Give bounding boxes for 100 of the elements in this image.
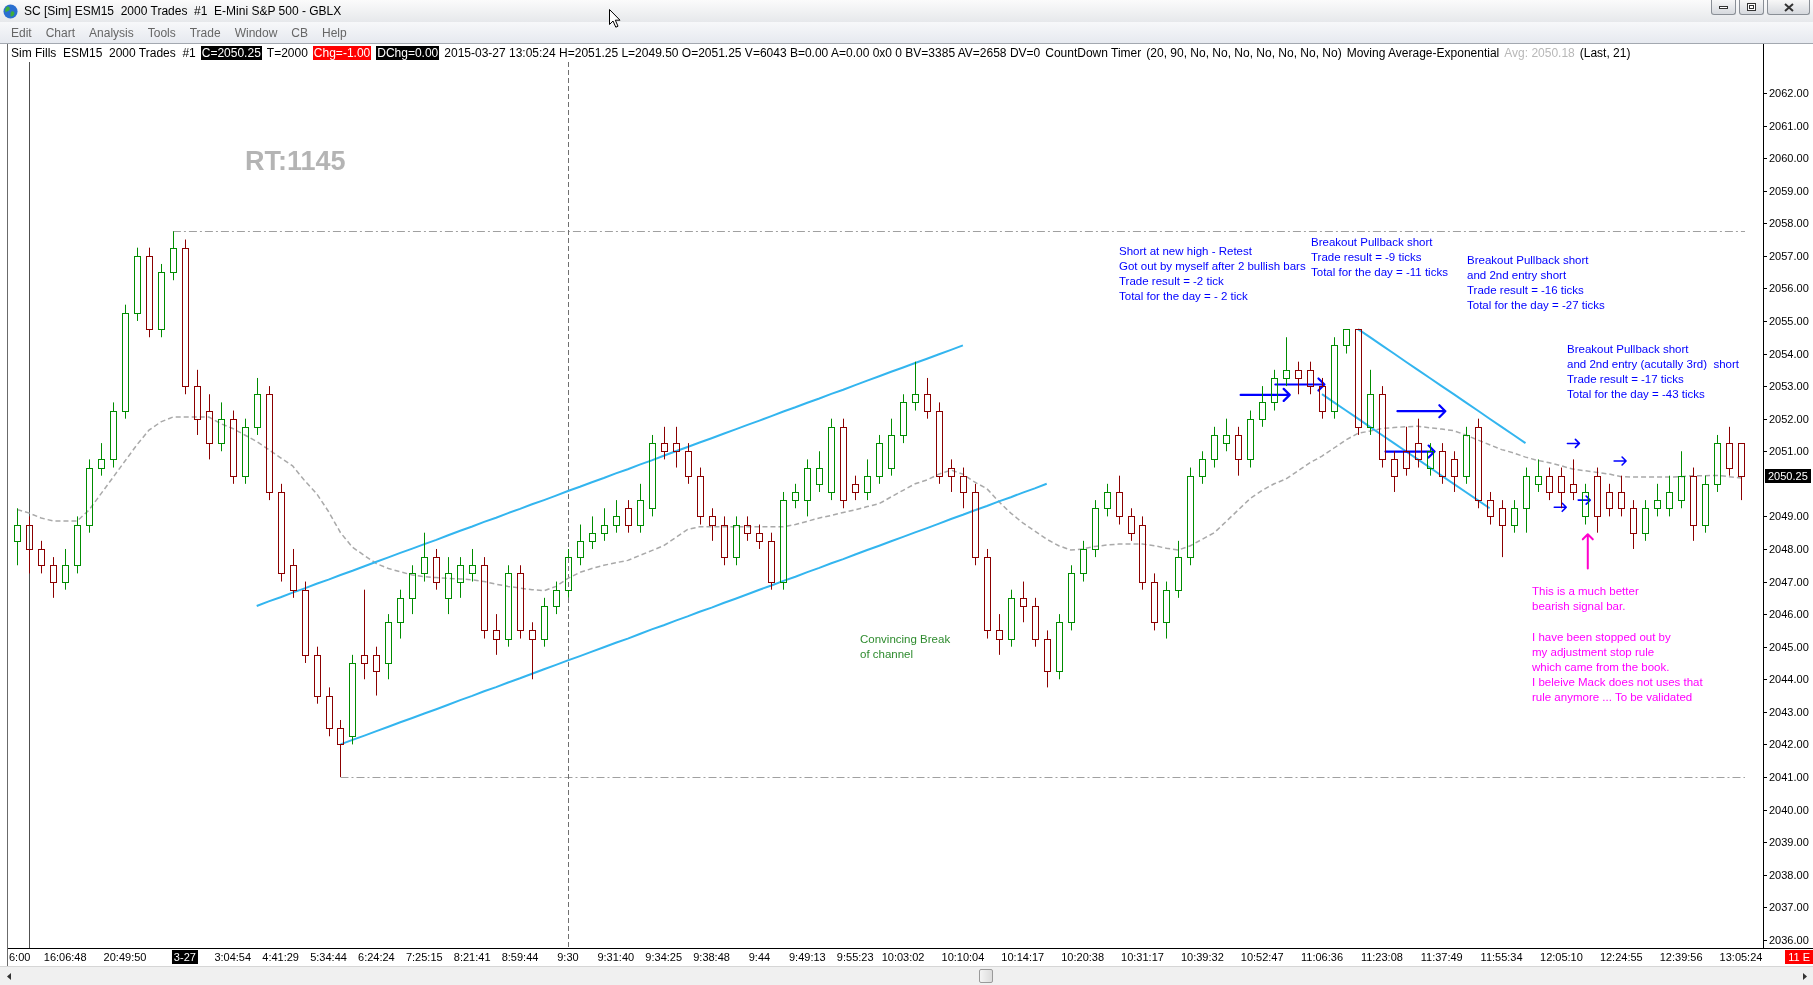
candle [1343,328,1350,355]
candle [1104,483,1111,517]
candle [804,458,811,517]
candle [637,483,644,534]
time-label: 10:14:17 [1001,950,1045,964]
candle [744,515,751,542]
time-label: 9:30 [557,950,579,964]
candle [385,613,392,680]
annotation-text: I have been stopped out by my adjustment stop rule which came from the book. I beleive Mack does not uses that rule anymore ... To be validated [1532,630,1703,705]
candle [1008,589,1015,648]
candle [1570,458,1577,501]
candle [1558,467,1565,509]
candle [577,524,584,566]
right-arrow-icon [1553,502,1568,513]
time-label: 13:05:24 [1719,950,1763,964]
menu-item[interactable]: CB [284,24,315,41]
candle [768,532,775,591]
candle [194,369,201,436]
scroll-thumb[interactable] [979,969,993,983]
candle [242,418,249,485]
candle [469,548,476,583]
candle [1295,361,1302,395]
candle [1702,475,1709,534]
rt-label: RT:1145 [245,145,346,177]
candle [1523,467,1530,534]
caret-right-icon [1802,972,1807,980]
annotation-text: Breakout Pullback short Trade result = -9 ticks Total for the day = -11 ticks [1311,235,1448,280]
close-button[interactable] [1767,0,1810,15]
candle [110,401,117,469]
candle [254,377,261,436]
candle [337,719,344,778]
time-label: 4:41:29 [262,950,299,964]
candle [1319,377,1326,420]
candle [1199,450,1206,485]
horizontal-scrollbar[interactable] [0,966,1813,985]
candle [1307,361,1314,395]
candle [1654,483,1661,517]
candle [493,613,500,656]
menu-item[interactable]: Analysis [82,24,141,41]
candle [1463,426,1470,485]
candle [409,564,416,615]
menu-item[interactable]: Edit [4,24,39,41]
time-label: 8:59:44 [501,950,539,964]
candle [1020,581,1027,623]
candle [1283,336,1290,387]
candle [290,548,297,599]
caret-left-icon [6,972,11,980]
annotation-text: Short at new high - Retest Got out by myself after 2 bullish bars Trade result = -2 tick Total for the day = - 2 tick [1119,244,1306,304]
menu-item[interactable]: Window [227,24,285,41]
candle [1367,369,1374,436]
up-arrow-icon [1581,533,1594,570]
menu-item[interactable]: Chart [38,24,83,41]
candle [74,515,81,574]
menu-item[interactable]: Trade [182,24,228,41]
right-arrow-icon [1613,456,1627,466]
candle [1068,564,1075,631]
minimize-icon [1719,5,1728,9]
time-label: 10:03:02 [881,950,925,964]
time-label: 11:06:36 [1301,950,1344,964]
info-text: Avg: 2050.18 [1504,46,1575,60]
candle [1594,467,1601,534]
minimize-button[interactable] [1711,0,1736,15]
time-label: 10:10:04 [941,950,985,964]
candle [1511,499,1518,534]
time-label: 10:31:17 [1121,950,1164,964]
annotation-text: Convincing Break of channel [860,632,951,662]
pointer-icon [609,9,621,28]
time-label: 8:21:41 [453,950,491,964]
candle [900,393,907,444]
restore-icon [1747,3,1756,11]
time-label: 9:44 [748,950,771,964]
candle [1235,426,1242,477]
candle [1223,418,1230,452]
candle [733,515,740,566]
time-label: 12:39:56 [1659,950,1703,964]
candle [1044,629,1051,688]
right-arrow-icon [1274,377,1326,392]
right-arrow-icon [1566,438,1581,449]
restore-button[interactable] [1739,0,1764,15]
candle [673,426,680,469]
menu-item[interactable]: Help [315,24,354,41]
candle [661,426,668,460]
candle [1391,450,1398,493]
time-label: 20:49:50 [103,950,147,964]
menu-item[interactable]: Tools [140,24,183,41]
candle [1451,450,1458,493]
globe-icon [3,3,18,19]
candle [1175,540,1182,599]
candle [1116,475,1123,526]
candle [685,442,692,485]
candle [589,515,596,550]
time-label: 3:04:54 [214,950,252,964]
close-icon [1783,2,1794,12]
time-label: 6:00 [9,950,31,964]
candle [314,646,321,705]
candle [421,532,428,583]
candle [1056,613,1063,680]
time-label: 10:20:38 [1061,950,1105,964]
annotation-text: Breakout Pullback short and 2nd entry (acutally 3rd) short Trade result = -17 ticks Total for the day = -43 ticks [1567,342,1739,402]
candle [888,418,895,477]
